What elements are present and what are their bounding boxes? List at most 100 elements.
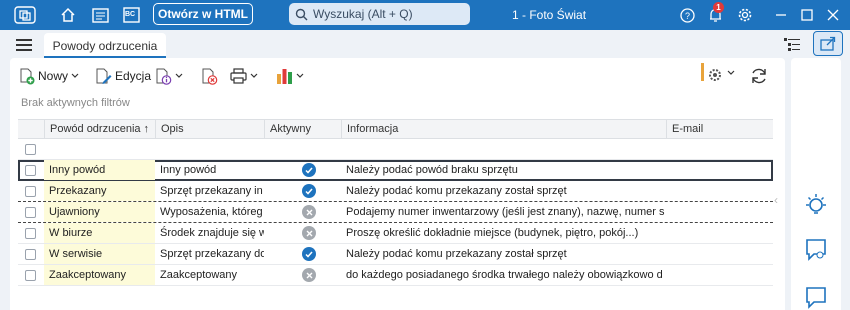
search-icon [295,8,308,20]
grid-header: Powód odrzucenia ↑ Opis Aktywny Informac… [18,119,773,139]
cell-aktywny [264,202,341,222]
info-button[interactable] [155,66,183,86]
table-row[interactable]: W serwisie Sprzęt przekazany do Należy p… [18,244,773,265]
select-all-row [18,139,773,160]
tab-powody-odrzucenia[interactable]: Powody odrzucenia [44,33,166,58]
cell-informacja: Należy podać powód braku sprzętu [346,164,518,176]
chevron-down-icon [175,73,183,78]
cell-powod: W biurze [44,223,155,243]
delete-document-icon [202,68,218,85]
chat-icon[interactable] [805,238,829,265]
print-button[interactable] [230,66,258,86]
configure-columns-icon [701,63,721,81]
app-logo-icon[interactable] [12,4,38,26]
printer-icon [230,68,247,84]
hamburger-menu-icon[interactable] [16,39,32,54]
row-checkbox[interactable] [25,228,36,239]
edit-document-icon [96,68,112,84]
minimize-icon[interactable] [771,5,791,25]
message-icon[interactable] [805,286,829,310]
table-row[interactable]: W biurze Środek znajduje się w Proszę ok… [18,223,773,244]
top-bar: BC Otwórz w HTML Wyszukaj (Alt + Q) 1 - … [0,0,850,30]
settings-icon[interactable] [735,5,755,25]
info-document-icon [156,68,172,85]
cell-informacja: Podajemy numer inwentarzowy (jeśli jest … [346,206,665,218]
cell-informacja: Proszę określić dokładnie miejsce (budyn… [346,227,639,239]
column-header-informacja[interactable]: Informacja [341,120,666,139]
bc-label: BC [125,11,136,18]
filter-status: Brak aktywnych filtrów [21,97,130,109]
cell-aktywny [264,160,341,180]
cell-opis: Wyposażenia, któreg [160,206,263,218]
row-checkbox[interactable] [25,207,36,218]
row-select-cell [18,160,44,180]
row-checkbox[interactable] [25,165,36,176]
cell-powod: Inny powód [44,160,155,180]
column-header-aktywny[interactable]: Aktywny [264,120,341,139]
cell-aktywny [264,181,341,201]
select-all-checkbox[interactable] [25,144,36,155]
table-row[interactable]: Zaakceptowany Zaakceptowany do każdego p… [18,265,773,286]
tab-label: Powody odrzucenia [52,38,158,53]
table-row[interactable]: Inny powód Inny powód Należy podać powód… [18,160,773,181]
delete-button[interactable] [201,66,218,86]
data-grid: Powód odrzucenia ↑ Opis Aktywny Informac… [18,119,773,286]
inactive-x-icon [302,268,316,282]
row-checkbox[interactable] [25,186,36,197]
column-header-opis[interactable]: Opis [155,120,264,139]
main-panel: Nowy Edycja Brak aktywnych filtrów Powód… [10,58,785,310]
search-placeholder: Wyszukaj (Alt + Q) [313,7,413,21]
document-list-icon[interactable] [90,5,110,25]
cell-powod: Zaakceptowany [44,265,155,285]
cell-opis: Zaakceptowany [160,269,238,281]
right-side-panel [791,58,841,310]
row-select-cell [18,265,44,285]
share-panel-button[interactable] [813,31,843,56]
cell-informacja: Należy podać komu przekazany został sprz… [346,185,567,197]
config-button[interactable] [700,63,735,83]
row-checkbox[interactable] [25,270,36,281]
active-check-icon [302,163,316,177]
bc-icon[interactable]: BC [121,5,141,25]
notification-badge: 1 [713,2,724,13]
tree-list-icon[interactable] [784,38,800,55]
edit-button[interactable]: Edycja [95,66,151,86]
lightbulb-icon[interactable] [804,193,828,220]
cell-opis: Sprzęt przekazany do [160,248,264,260]
chevron-down-icon [727,70,735,75]
chevron-down-icon [71,73,79,78]
home-icon[interactable] [58,5,78,25]
refresh-button[interactable] [750,66,768,86]
row-select-cell [18,244,44,264]
cell-informacja: do każdego posiadanego środka trwałego n… [346,269,663,281]
row-select-cell [18,181,44,201]
inactive-x-icon [302,205,316,219]
column-header-email[interactable]: E-mail [666,120,773,139]
maximize-icon[interactable] [797,5,817,25]
cell-email [666,202,773,222]
cell-informacja: Należy podać komu przekazany został sprz… [346,248,567,260]
cell-email [666,244,773,264]
close-icon[interactable] [823,5,843,25]
cell-opis: Sprzęt przekazany in [160,185,263,197]
row-checkbox[interactable] [25,249,36,260]
cell-email [666,265,773,285]
cell-powod: W serwisie [44,244,155,264]
new-document-icon [20,68,35,84]
search-input[interactable]: Wyszukaj (Alt + Q) [289,3,470,25]
cell-powod: Ujawniony [44,202,155,222]
bar-chart-icon [277,69,292,84]
column-header-powod[interactable]: Powód odrzucenia ↑ [44,120,155,139]
svg-text:?: ? [684,11,689,21]
cell-aktywny [264,223,341,243]
open-in-html-button[interactable]: Otwórz w HTML [153,3,253,25]
table-row[interactable]: Przekazany Sprzęt przekazany in Należy p… [18,181,773,202]
help-icon[interactable]: ? [677,5,697,25]
refresh-icon [752,68,766,84]
collapse-panel-icon[interactable]: ‹ [774,193,778,207]
edit-button-label: Edycja [115,69,152,83]
chart-button[interactable] [276,66,304,86]
new-button[interactable]: Nowy [19,66,79,86]
table-row[interactable]: Ujawniony Wyposażenia, któreg Podajemy n… [18,202,773,223]
share-icon [820,36,836,51]
